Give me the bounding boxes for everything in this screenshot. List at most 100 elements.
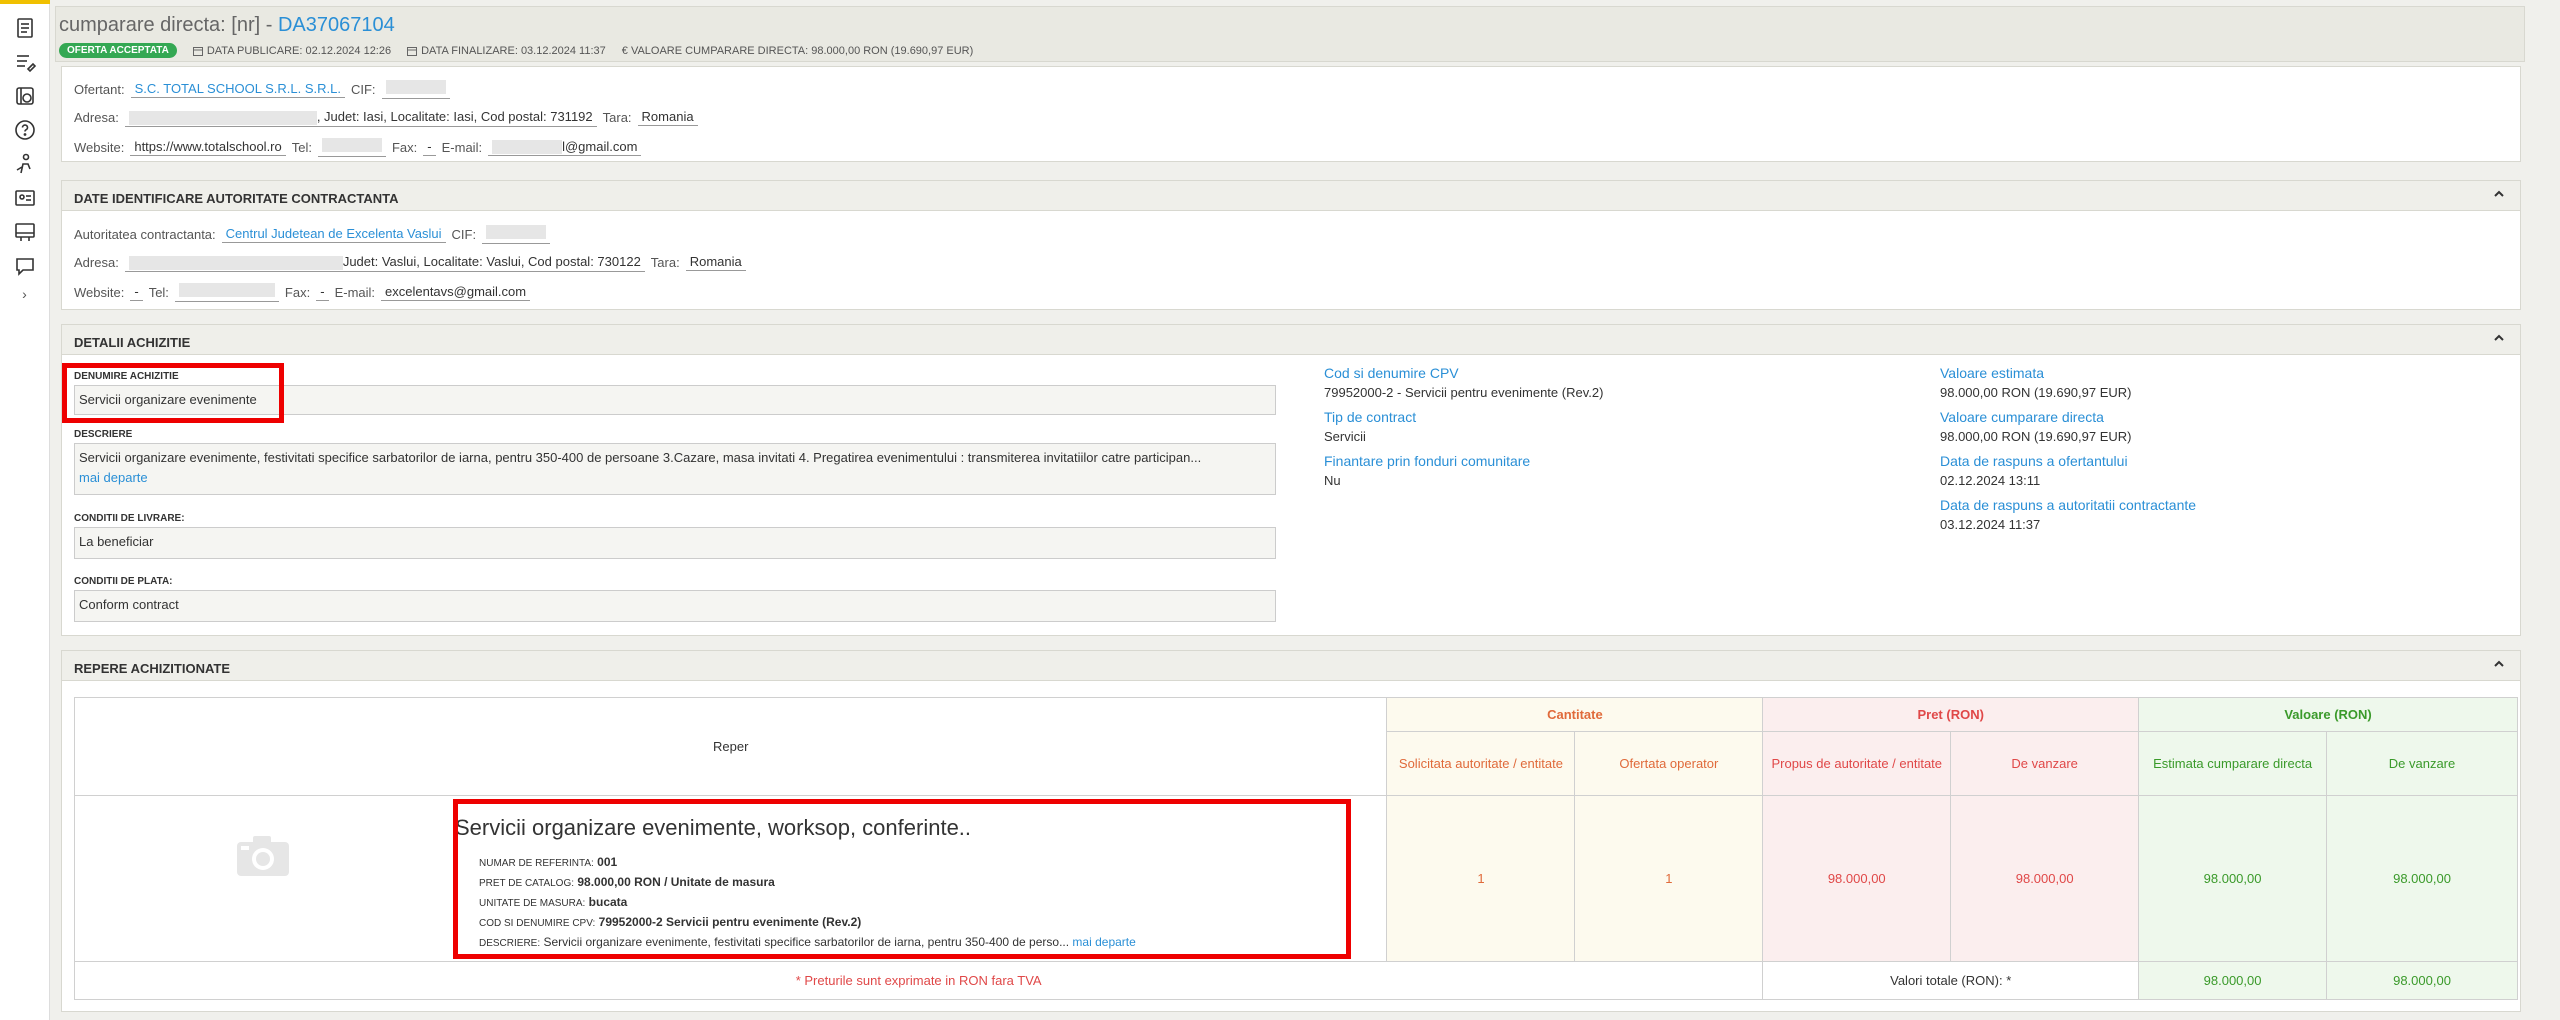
chat-icon[interactable] — [13, 254, 37, 278]
fonduri-info: Finantare prin fonduri comunitare Nu — [1324, 453, 1530, 488]
highlight-box-denumire — [62, 363, 284, 423]
purchase-value: € VALOARE CUMPARARE DIRECTA: 98.000,00 R… — [621, 44, 974, 57]
help-icon[interactable] — [13, 118, 37, 142]
authority-card: DATE IDENTIFICARE AUTORITATE CONTRACTANT… — [61, 180, 2521, 310]
cpv-info: Cod si denumire CPV 79952000-2 - Servici… — [1324, 365, 1603, 400]
authority-section-header[interactable]: DATE IDENTIFICARE AUTORITATE CONTRACTANT… — [62, 181, 2520, 211]
left-sidebar: › — [0, 0, 50, 1020]
raspuns-autoritate-label: Data de raspuns a autoritatii contractan… — [1940, 497, 2197, 513]
col-reper: Reper — [73, 697, 1388, 796]
ledger-icon[interactable] — [13, 84, 37, 108]
totals-row: * Preturile sunt exprimate in RON fara T… — [73, 961, 2518, 1000]
country-label: Tara: — [650, 254, 680, 270]
page-header: cumparare directa: [nr] - DA37067104 OFE… — [55, 6, 2525, 62]
raspuns-autoritate-info: Data de raspuns a autoritatii contractan… — [1940, 497, 2196, 532]
tel-value-redacted — [317, 137, 386, 157]
total-estimata: 98.000,00 — [2138, 961, 2328, 1000]
list-edit-icon[interactable] — [13, 50, 37, 74]
website-label: Website: — [74, 139, 125, 155]
country-value: Romania — [637, 108, 698, 127]
raspuns-ofertant-label: Data de raspuns a ofertantului — [1940, 453, 2128, 469]
ofertant-name-link[interactable]: S.C. TOTAL SCHOOL S.R.L. S.R.L. — [130, 80, 345, 98]
ofertant-address-row: Adresa: , Judet: Iasi, Localitate: Iasi,… — [74, 108, 698, 127]
ofertant-label: Ofertant: — [74, 81, 125, 97]
livrare-field: La beneficiar — [74, 527, 1276, 559]
authority-contact-row: Website: - Tel: Fax: - E-mail: excelenta… — [74, 282, 531, 302]
address-label: Adresa: — [74, 109, 119, 125]
finalize-date-text: DATA FINALIZARE: 03.12.2024 11:37 — [421, 44, 606, 57]
details-section-header[interactable]: DETALII ACHIZITIE — [62, 325, 2520, 355]
fonduri-label: Finantare prin fonduri comunitare — [1324, 453, 1531, 469]
calendar-icon — [407, 46, 418, 56]
ofertant-contact-row: Website: https://www.totalschool.ro Tel:… — [74, 137, 642, 157]
cell-vanzare-pret: 98.000,00 — [1950, 795, 2140, 962]
status-badge: OFERTA ACCEPTATA — [59, 43, 177, 58]
fax-value: - — [316, 283, 329, 301]
tel-value-redacted — [174, 282, 279, 302]
table-header-row: Reper Cantitate Pret (RON) Valoare (RON) — [73, 697, 2518, 796]
website-value[interactable]: https://www.totalschool.ro — [130, 138, 286, 156]
ofertant-card: Ofertant: S.C. TOTAL SCHOOL S.R.L. S.R.L… — [61, 66, 2521, 162]
website-value: - — [130, 283, 143, 301]
header-meta: OFERTA ACCEPTATA DATA PUBLICARE: 02.12.2… — [59, 43, 973, 58]
descriere-more-link[interactable]: mai departe — [79, 470, 148, 485]
col-solicitata: Solicitata autoritate / entitate — [1386, 731, 1576, 796]
col-cantitate: Cantitate — [1386, 697, 1764, 732]
authority-name-link[interactable]: Centrul Judetean de Excelenta Vaslui — [221, 225, 446, 243]
sidebar-active-indicator — [0, 0, 50, 4]
title-code-link[interactable]: DA37067104 — [278, 14, 395, 36]
page-title: cumparare directa: [nr] - DA37067104 — [59, 14, 395, 37]
email-label: E-mail: — [334, 284, 376, 300]
country-label: Tara: — [602, 109, 632, 125]
receipt-icon[interactable] — [13, 220, 37, 244]
plata-label: CONDITII DE PLATA: — [74, 576, 173, 587]
cpv-label: Cod si denumire CPV — [1324, 365, 1459, 381]
website-label: Website: — [74, 284, 125, 300]
id-card-icon[interactable] — [13, 186, 37, 210]
camera-icon — [235, 830, 291, 886]
authority-address-row: Adresa: Judet: Vaslui, Localitate: Vaslu… — [74, 253, 746, 272]
cell-vanzare-val: 98.000,00 — [2326, 795, 2518, 962]
valoare-cd-info: Valoare cumparare directa 98.000,00 RON … — [1940, 409, 2132, 444]
cif-label: CIF: — [451, 226, 477, 242]
email-tail: l@gmail.com — [562, 138, 638, 154]
document-icon[interactable] — [13, 16, 37, 40]
calendar-icon — [192, 46, 203, 56]
email-label: E-mail: — [441, 139, 483, 155]
authority-section-title: DATE IDENTIFICARE AUTORITATE CONTRACTANT… — [74, 191, 399, 206]
cell-ofertata: 1 — [1574, 795, 1764, 962]
cpv-value: 79952000-2 - Servicii pentru evenimente … — [1324, 385, 1604, 400]
raspuns-ofertant-value: 02.12.2024 13:11 — [1940, 473, 2041, 488]
title-prefix: cumparare directa: [nr] - — [59, 14, 278, 36]
address-value: Judet: Vaslui, Localitate: Vaslui, Cod p… — [124, 253, 645, 272]
collapse-chevron-icon[interactable] — [2492, 331, 2506, 348]
user-hand-icon[interactable] — [13, 152, 37, 176]
repere-section-title: REPERE ACHIZITIONATE — [74, 661, 231, 676]
col-vanzare-pret: De vanzare — [1950, 731, 2140, 796]
publish-date-text: DATA PUBLICARE: 02.12.2024 12:26 — [206, 44, 392, 57]
authority-row: Autoritatea contractanta: Centrul Judete… — [74, 224, 551, 244]
main-content: cumparare directa: [nr] - DA37067104 OFE… — [55, 0, 2525, 1020]
collapse-chevron-icon[interactable] — [2492, 657, 2506, 674]
address-tail: Judet: Vaslui, Localitate: Vaslui, Cod p… — [342, 254, 641, 269]
cif-label: CIF: — [350, 81, 376, 97]
valoare-estimata-label: Valoare estimata — [1940, 365, 2045, 381]
col-vanzare-val: De vanzare — [2326, 731, 2518, 796]
address-tail: , Judet: Iasi, Localitate: Iasi, Cod pos… — [316, 109, 593, 124]
descriere-text: Servicii organizare evenimente, festivit… — [79, 450, 1202, 465]
descriere-field: Servicii organizare evenimente, festivit… — [74, 443, 1276, 495]
cif-value-redacted — [482, 224, 551, 244]
collapse-chevron-icon[interactable] — [2492, 187, 2506, 204]
raspuns-ofertant-info: Data de raspuns a ofertantului 02.12.202… — [1940, 453, 2128, 488]
address-value: , Judet: Iasi, Localitate: Iasi, Cod pos… — [124, 108, 597, 127]
publish-date: DATA PUBLICARE: 02.12.2024 12:26 — [192, 44, 392, 57]
sidebar-expand-toggle[interactable]: › — [0, 286, 49, 302]
tip-value: Servicii — [1324, 429, 1366, 444]
repere-section-header[interactable]: REPERE ACHIZITIONATE — [62, 651, 2520, 681]
plata-field: Conform contract — [74, 590, 1276, 622]
tel-label: Tel: — [148, 284, 169, 300]
fax-label: Fax: — [391, 139, 418, 155]
livrare-label: CONDITII DE LIVRARE: — [74, 513, 185, 524]
valoare-cd-value: 98.000,00 RON (19.690,97 EUR) — [1940, 429, 2132, 444]
authority-label: Autoritatea contractanta: — [74, 226, 216, 242]
